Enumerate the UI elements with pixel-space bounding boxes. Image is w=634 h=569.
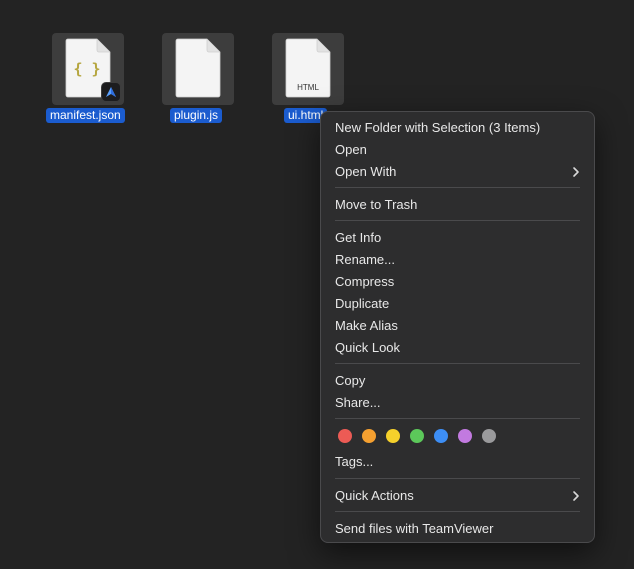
menu-separator [335,511,580,512]
file-thumbnail: { } [52,33,124,105]
menu-item-compress[interactable]: Compress [326,271,589,293]
file-plugin-js[interactable]: plugin.js [162,33,272,128]
blank-document-icon [175,38,221,98]
menu-separator [335,363,580,364]
tag-blue-dot[interactable] [434,429,448,443]
menu-separator [335,220,580,221]
menu-item-make-alias[interactable]: Make Alias [326,315,589,337]
tag-red-dot[interactable] [338,429,352,443]
tag-orange-dot[interactable] [362,429,376,443]
menu-item-tags[interactable]: Tags... [326,451,589,473]
figma-arrow-badge-icon [102,83,120,101]
menu-item-open[interactable]: Open [326,139,589,161]
menu-item-duplicate[interactable]: Duplicate [326,293,589,315]
tag-purple-dot[interactable] [458,429,472,443]
menu-item-open-with[interactable]: Open With [326,161,589,183]
menu-item-quick-actions[interactable]: Quick Actions [326,485,589,507]
menu-item-quick-look[interactable]: Quick Look [326,337,589,359]
menu-item-share[interactable]: Share... [326,392,589,414]
chevron-right-icon [573,491,579,501]
tag-yellow-dot[interactable] [386,429,400,443]
file-name-label[interactable]: plugin.js [170,108,223,123]
html-document-icon: HTML [285,38,331,98]
tag-gray-dot[interactable] [482,429,496,443]
chevron-right-icon [573,167,579,177]
menu-separator [335,187,580,188]
file-thumbnail: HTML [272,33,344,105]
menu-separator [335,478,580,479]
file-name-label[interactable]: manifest.json [46,108,125,123]
menu-item-copy[interactable]: Copy [326,370,589,392]
menu-separator [335,418,580,419]
menu-item-send-with-teamviewer[interactable]: Send files with TeamViewer [326,518,589,540]
context-menu: New Folder with Selection (3 Items) Open… [320,111,595,543]
menu-item-label: Quick Actions [335,488,414,503]
menu-item-get-info[interactable]: Get Info [326,227,589,249]
html-glyph-text: HTML [297,83,319,92]
file-thumbnail [162,33,234,105]
menu-item-new-folder-with-selection[interactable]: New Folder with Selection (3 Items) [326,117,589,139]
file-manifest-json[interactable]: { } manifest.json [46,33,162,128]
tag-color-row [338,429,518,443]
json-braces-glyph: { } [73,60,100,78]
menu-item-label: Open With [335,164,397,179]
menu-item-move-to-trash[interactable]: Move to Trash [326,194,589,216]
tag-green-dot[interactable] [410,429,424,443]
menu-item-rename[interactable]: Rename... [326,249,589,271]
